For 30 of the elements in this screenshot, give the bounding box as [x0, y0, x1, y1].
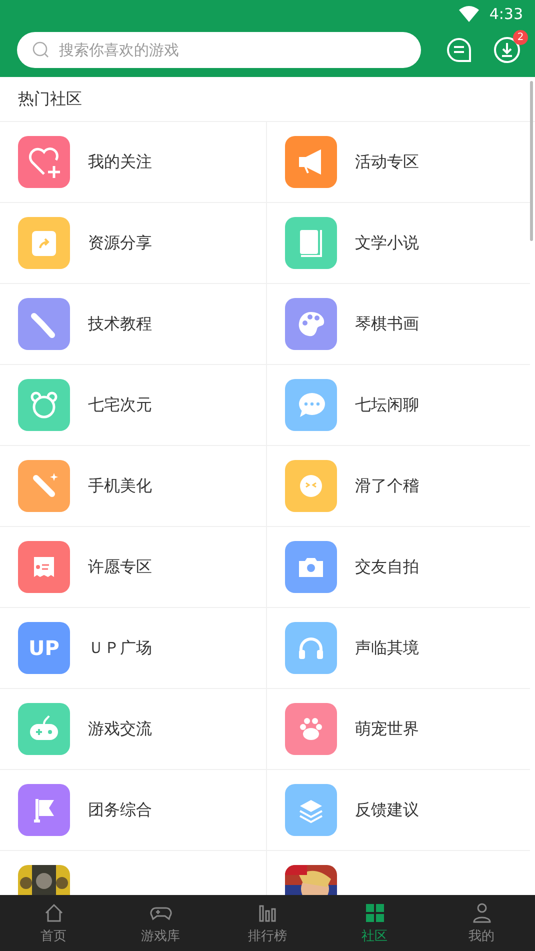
community-item[interactable]: 交友自拍	[267, 527, 530, 608]
up-icon: UP	[18, 622, 70, 674]
community-item[interactable]: 我的关注	[0, 122, 267, 203]
tab[interactable]: 我的	[428, 895, 535, 951]
community-item[interactable]: 技术教程	[0, 284, 267, 365]
community-item[interactable]: 手机美化	[0, 446, 267, 527]
community-item[interactable]: 琴棋书画	[267, 284, 530, 365]
community-item[interactable]: 七坛闲聊	[267, 365, 530, 446]
clock: 4:33	[489, 5, 523, 23]
message-icon[interactable]	[445, 36, 473, 64]
community-item[interactable]: 活动专区	[267, 122, 530, 203]
community-item[interactable]: 滑了个稽	[267, 446, 530, 527]
community-item[interactable]: 许愿专区	[0, 527, 267, 608]
community-item[interactable]: 反馈建议	[267, 770, 530, 851]
community-item[interactable]: UP ＵＰ广场	[0, 608, 267, 689]
tab[interactable]: 游戏库	[107, 895, 214, 951]
community-item[interactable]: 七宅次元	[0, 365, 267, 446]
notification-badge: 2	[513, 30, 528, 44]
community-item[interactable]: 声临其境	[267, 608, 530, 689]
tab[interactable]: 排行榜	[214, 895, 321, 951]
search-field[interactable]: 搜索你喜欢的游戏	[17, 32, 421, 68]
tab[interactable]: 社区	[321, 895, 428, 951]
community-item[interactable]: 团务综合	[0, 770, 267, 851]
community-item[interactable]: 萌宠世界	[267, 689, 530, 770]
tab[interactable]: 首页	[0, 895, 107, 951]
wifi-icon	[459, 6, 480, 22]
community-item[interactable]: 游戏交流	[0, 689, 267, 770]
scrollbar[interactable]	[530, 81, 533, 241]
community-item[interactable]: 资源分享	[0, 203, 267, 284]
community-item[interactable]: 文学小说	[267, 203, 530, 284]
